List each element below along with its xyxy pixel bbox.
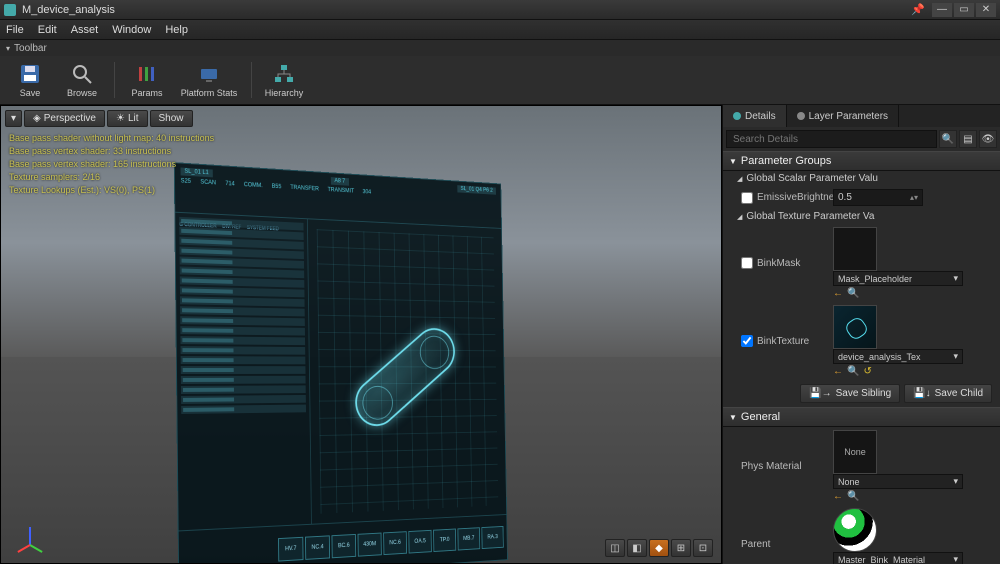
hud-panel: SL_01 L1 A8 7 SL_01 Q4 P6 2 S25SCAN 714C…: [176, 161, 556, 564]
params-button[interactable]: Params: [125, 58, 169, 102]
phys-material-dropdown[interactable]: None▾: [833, 474, 963, 489]
details-icon: [733, 112, 741, 120]
save-sibling-button[interactable]: 💾→Save Sibling: [800, 384, 900, 403]
toolbar-header[interactable]: ▾ Toolbar: [0, 40, 1000, 56]
menu-asset[interactable]: Asset: [71, 24, 99, 36]
menu-file[interactable]: File: [6, 24, 24, 36]
save-icon: 💾→: [809, 388, 831, 399]
binkmask-thumb[interactable]: [833, 227, 877, 271]
search-icon[interactable]: 🔍: [939, 130, 957, 148]
browse-asset-icon[interactable]: 🔍: [847, 491, 859, 502]
parent-label: Parent: [741, 539, 770, 550]
section-general[interactable]: ▼General: [723, 407, 1000, 427]
emissive-label: EmissiveBrightness: [757, 192, 844, 203]
tab-layer-parameters[interactable]: Layer Parameters: [787, 105, 899, 127]
browse-asset-icon[interactable]: 🔍: [847, 366, 859, 377]
vp-icon-1[interactable]: ◫: [605, 539, 625, 557]
use-selected-icon[interactable]: ←: [833, 288, 843, 299]
browse-asset-icon[interactable]: 🔍: [847, 288, 859, 299]
menubar: File Edit Asset Window Help: [0, 20, 1000, 40]
vp-icon-5[interactable]: ⊡: [693, 539, 713, 557]
pin-icon[interactable]: 📌: [910, 3, 926, 17]
viewport[interactable]: ▾ ◈Perspective ☀Lit Show Base pass shade…: [0, 105, 722, 564]
menu-help[interactable]: Help: [165, 24, 188, 36]
use-selected-icon[interactable]: ←: [833, 491, 843, 502]
binktexture-label: BinkTexture: [757, 336, 809, 347]
show-button[interactable]: Show: [150, 110, 193, 127]
tab-details[interactable]: Details: [723, 105, 787, 127]
details-panel: Details Layer Parameters 🔍 ▤ 👁 ▼Paramete…: [722, 105, 1000, 564]
emissive-input[interactable]: 0.5▴▾: [833, 189, 923, 206]
parent-thumb[interactable]: [833, 508, 877, 552]
layers-icon: [797, 112, 805, 120]
axis-gizmo: [11, 517, 47, 553]
section-parameter-groups[interactable]: ▼Parameter Groups: [723, 151, 1000, 171]
toolbar-label: Toolbar: [14, 43, 47, 54]
view-options-icon[interactable]: ▤: [959, 130, 977, 148]
binkmask-checkbox[interactable]: [741, 257, 753, 269]
hierarchy-icon: [272, 62, 296, 86]
filter-icon[interactable]: 👁: [979, 130, 997, 148]
subsection-global-texture[interactable]: ◢Global Texture Parameter Va: [723, 209, 1000, 224]
vp-icon-3[interactable]: ◆: [649, 539, 669, 557]
binkmask-label: BinkMask: [757, 258, 800, 269]
toolbar-section: ▾ Toolbar Save Browse Params Platform St…: [0, 40, 1000, 105]
binktexture-asset-dropdown[interactable]: device_analysis_Tex▾: [833, 349, 963, 364]
browse-button[interactable]: Browse: [60, 58, 104, 102]
vp-icon-4[interactable]: ⊞: [671, 539, 691, 557]
toolbar-separator: [114, 62, 115, 98]
emissive-checkbox[interactable]: [741, 192, 753, 204]
toolbar-separator: [251, 62, 252, 98]
titlebar: M_device_analysis 📌 — ▭ ✕: [0, 0, 1000, 20]
vp-icon-2[interactable]: ◧: [627, 539, 647, 557]
close-button[interactable]: ✕: [976, 3, 996, 17]
search-input[interactable]: [726, 130, 937, 148]
viewport-bottom-icons: ◫ ◧ ◆ ⊞ ⊡: [605, 539, 713, 557]
hierarchy-button[interactable]: Hierarchy: [262, 58, 306, 102]
save-button[interactable]: Save: [8, 58, 52, 102]
platform-stats-button[interactable]: Platform Stats: [177, 58, 241, 102]
params-icon: [135, 62, 159, 86]
reset-icon[interactable]: ↺: [863, 366, 871, 377]
window-title: M_device_analysis: [22, 4, 910, 16]
browse-icon: [70, 62, 94, 86]
viewport-stats: Base pass shader without light map: 40 i…: [9, 132, 214, 197]
menu-edit[interactable]: Edit: [38, 24, 57, 36]
viewport-options-button[interactable]: ▾: [5, 110, 22, 127]
save-icon: 💾↓: [913, 388, 930, 399]
use-selected-icon[interactable]: ←: [833, 366, 843, 377]
subsection-global-scalar[interactable]: ◢Global Scalar Parameter Valu: [723, 171, 1000, 186]
app-icon: [4, 4, 16, 16]
chevron-down-icon: ▾: [6, 44, 10, 53]
binktexture-thumb[interactable]: [833, 305, 877, 349]
save-child-button[interactable]: 💾↓Save Child: [904, 384, 992, 403]
minimize-button[interactable]: —: [932, 3, 952, 17]
save-icon: [18, 62, 42, 86]
phys-material-thumb[interactable]: None: [833, 430, 877, 474]
maximize-button[interactable]: ▭: [954, 3, 974, 17]
binkmask-asset-dropdown[interactable]: Mask_Placeholder▾: [833, 271, 963, 286]
lit-button[interactable]: ☀Lit: [107, 110, 148, 127]
perspective-button[interactable]: ◈Perspective: [24, 110, 105, 127]
phys-material-label: Phys Material: [741, 461, 802, 472]
binktexture-checkbox[interactable]: [741, 335, 753, 347]
menu-window[interactable]: Window: [112, 24, 151, 36]
parent-dropdown[interactable]: Master_Bink_Material▾: [833, 552, 963, 564]
platform-stats-icon: [197, 62, 221, 86]
